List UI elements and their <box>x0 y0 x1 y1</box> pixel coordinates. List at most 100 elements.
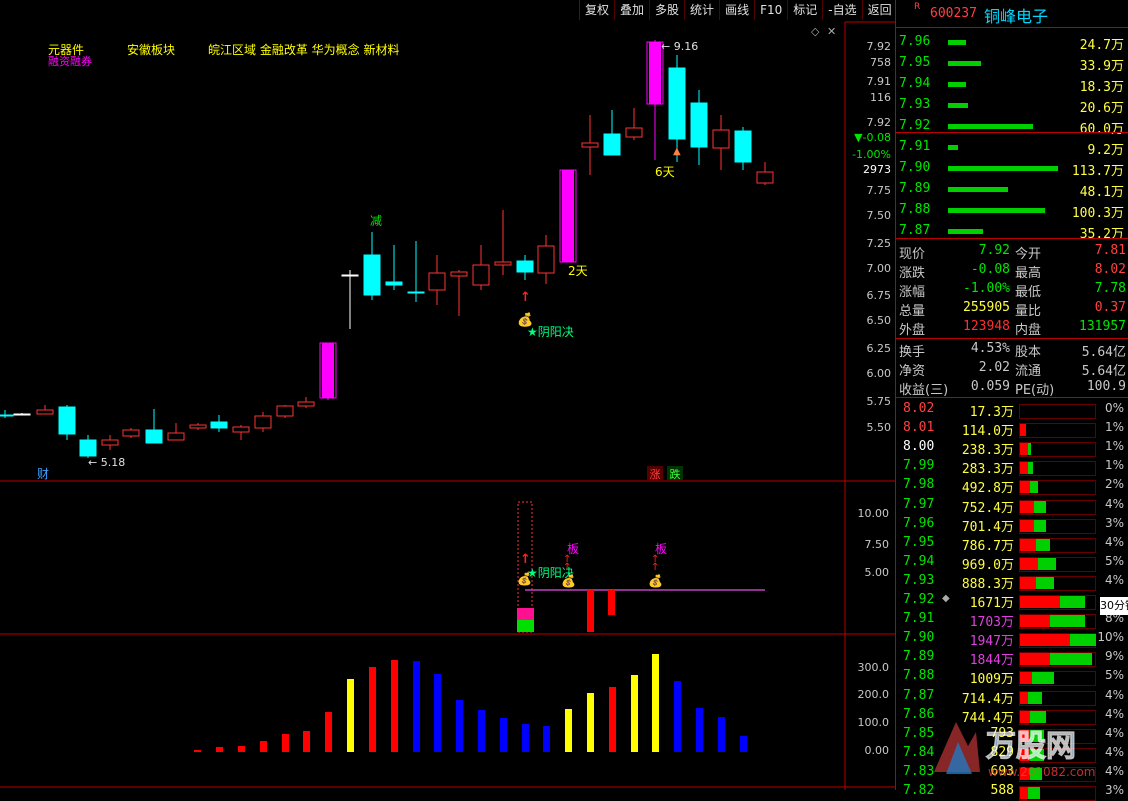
volume-bar <box>325 712 332 752</box>
price-axis-tick: -1.00% <box>852 148 891 161</box>
price-axis-tick: 7.91 <box>866 75 892 88</box>
dist-percent: 2% <box>1104 477 1124 492</box>
quote-value: -0.08 <box>970 262 1010 277</box>
volume-bar <box>718 717 725 752</box>
sell-price: 7.95 <box>899 55 931 70</box>
buy-bar <box>948 187 1008 192</box>
days-2-marker: 2天 <box>568 264 588 278</box>
quote-value: 123948 <box>963 319 1010 334</box>
diamond-icon[interactable]: ◇ <box>811 25 819 38</box>
dist-volume: 1947万 <box>969 634 1014 650</box>
dist-bar-buy <box>1038 557 1056 570</box>
dist-bar-buy <box>1034 500 1046 513</box>
neg-bar <box>608 590 615 615</box>
info-value: 4.53% <box>970 341 1010 356</box>
kline-chart[interactable] <box>0 0 895 790</box>
info-label: 股本 <box>1015 345 1042 360</box>
volume-bar <box>674 681 681 752</box>
dist-percent: 1% <box>1104 439 1124 454</box>
dist-percent: 4% <box>1104 687 1124 702</box>
close-icon[interactable]: ✕ <box>827 25 836 38</box>
dist-bar-buy <box>1030 481 1038 494</box>
candle-body <box>385 281 403 286</box>
dist-volume: 714.4万 <box>961 691 1014 707</box>
dist-bar-sell <box>1020 653 1050 666</box>
volume-bar <box>652 654 659 752</box>
price-axis-tick: 7.00 <box>866 262 892 275</box>
quote-value: 7.81 <box>1094 243 1126 258</box>
rise-badge[interactable]: 涨 <box>647 466 663 481</box>
candle-body <box>341 274 359 277</box>
dist-bar-sell <box>1020 672 1032 685</box>
dist-bar-sell <box>1020 557 1038 570</box>
candle-body <box>450 271 468 277</box>
arrow-up-icon: ↑ <box>520 290 531 305</box>
sell-bar <box>948 40 966 45</box>
triangle-up-icon: ▲ <box>673 146 681 157</box>
dist-bar-sell <box>1020 691 1028 704</box>
price-axis-tick: 116 <box>870 91 891 104</box>
dist-percent: 9% <box>1104 649 1124 664</box>
info-value: 5.64亿 <box>1081 345 1126 360</box>
dist-bar-buy <box>1034 519 1046 532</box>
period-tooltip: 30分钟 <box>1100 597 1128 615</box>
dist-price: 7.93 <box>903 572 935 588</box>
volume-bar <box>478 710 485 752</box>
candle-body <box>625 127 643 138</box>
indicator1-axis-tick: 7.50 <box>864 538 890 551</box>
quote-label: 内盘 <box>1015 323 1042 338</box>
dist-bar-sell <box>1020 576 1036 589</box>
price-axis-tick: 7.75 <box>866 184 892 197</box>
indicator1-axis-tick: 10.00 <box>857 507 890 520</box>
volume-bar <box>456 700 463 752</box>
low-price-label: ← 5.18 <box>88 456 126 469</box>
sell-bar <box>948 61 981 66</box>
info-label: 净资 <box>899 364 926 379</box>
finance-badge[interactable]: 财 <box>37 465 49 482</box>
dist-price: 7.82 <box>903 783 935 798</box>
dist-volume: 492.8万 <box>961 481 1014 497</box>
quote-label: 涨跌 <box>899 266 926 281</box>
stock-code: 600237 <box>930 6 977 21</box>
volume-bar <box>369 667 376 752</box>
dist-volume: 1009万 <box>969 672 1014 688</box>
volume-bar <box>543 726 550 752</box>
dist-bar-buy <box>1028 443 1031 456</box>
buy-price: 7.89 <box>899 181 931 196</box>
volume-bar <box>631 675 638 752</box>
watermark-logo: 万股网 www.201082.com <box>916 712 1126 782</box>
dist-percent: 10% <box>1097 630 1124 645</box>
fall-badge[interactable]: 跌 <box>667 466 683 481</box>
neg-bar <box>587 590 594 632</box>
volume-bar <box>238 746 245 752</box>
price-axis-tick: 7.50 <box>866 209 892 222</box>
volume-bar <box>194 750 201 752</box>
low-price-value: 5.18 <box>100 456 126 469</box>
indicator2-axis-tick: 200.0 <box>857 688 890 701</box>
quote-label: 最高 <box>1015 266 1042 281</box>
dist-price: 7.96 <box>903 515 935 531</box>
dist-bar-sell <box>1020 634 1070 647</box>
info-value: 2.02 <box>978 360 1010 375</box>
price-axis-tick: 6.00 <box>866 367 892 380</box>
volume-bar <box>216 747 223 752</box>
quote-value: 8.02 <box>1094 262 1126 277</box>
dist-bar-buy <box>1028 691 1042 704</box>
candle-body <box>516 260 534 273</box>
price-axis-tick: 7.25 <box>866 237 892 250</box>
candle-body <box>254 415 272 429</box>
dist-bar-buy <box>1028 787 1040 799</box>
r-badge: R <box>914 2 921 12</box>
candle-body <box>145 429 163 444</box>
dist-bar-buy <box>1060 596 1085 608</box>
dist-volume: 114.0万 <box>961 424 1014 440</box>
quote-label: 最低 <box>1015 285 1042 300</box>
buy-price: 7.90 <box>899 160 931 175</box>
dist-volume: 786.7万 <box>961 538 1014 554</box>
sell-bar <box>948 103 968 108</box>
info-label: PE(动) <box>1015 383 1055 398</box>
volume-bar <box>565 709 572 752</box>
candle-body <box>297 401 315 407</box>
dist-bar-buy <box>1032 672 1054 685</box>
buy-volume: 48.1万 <box>1079 185 1124 200</box>
